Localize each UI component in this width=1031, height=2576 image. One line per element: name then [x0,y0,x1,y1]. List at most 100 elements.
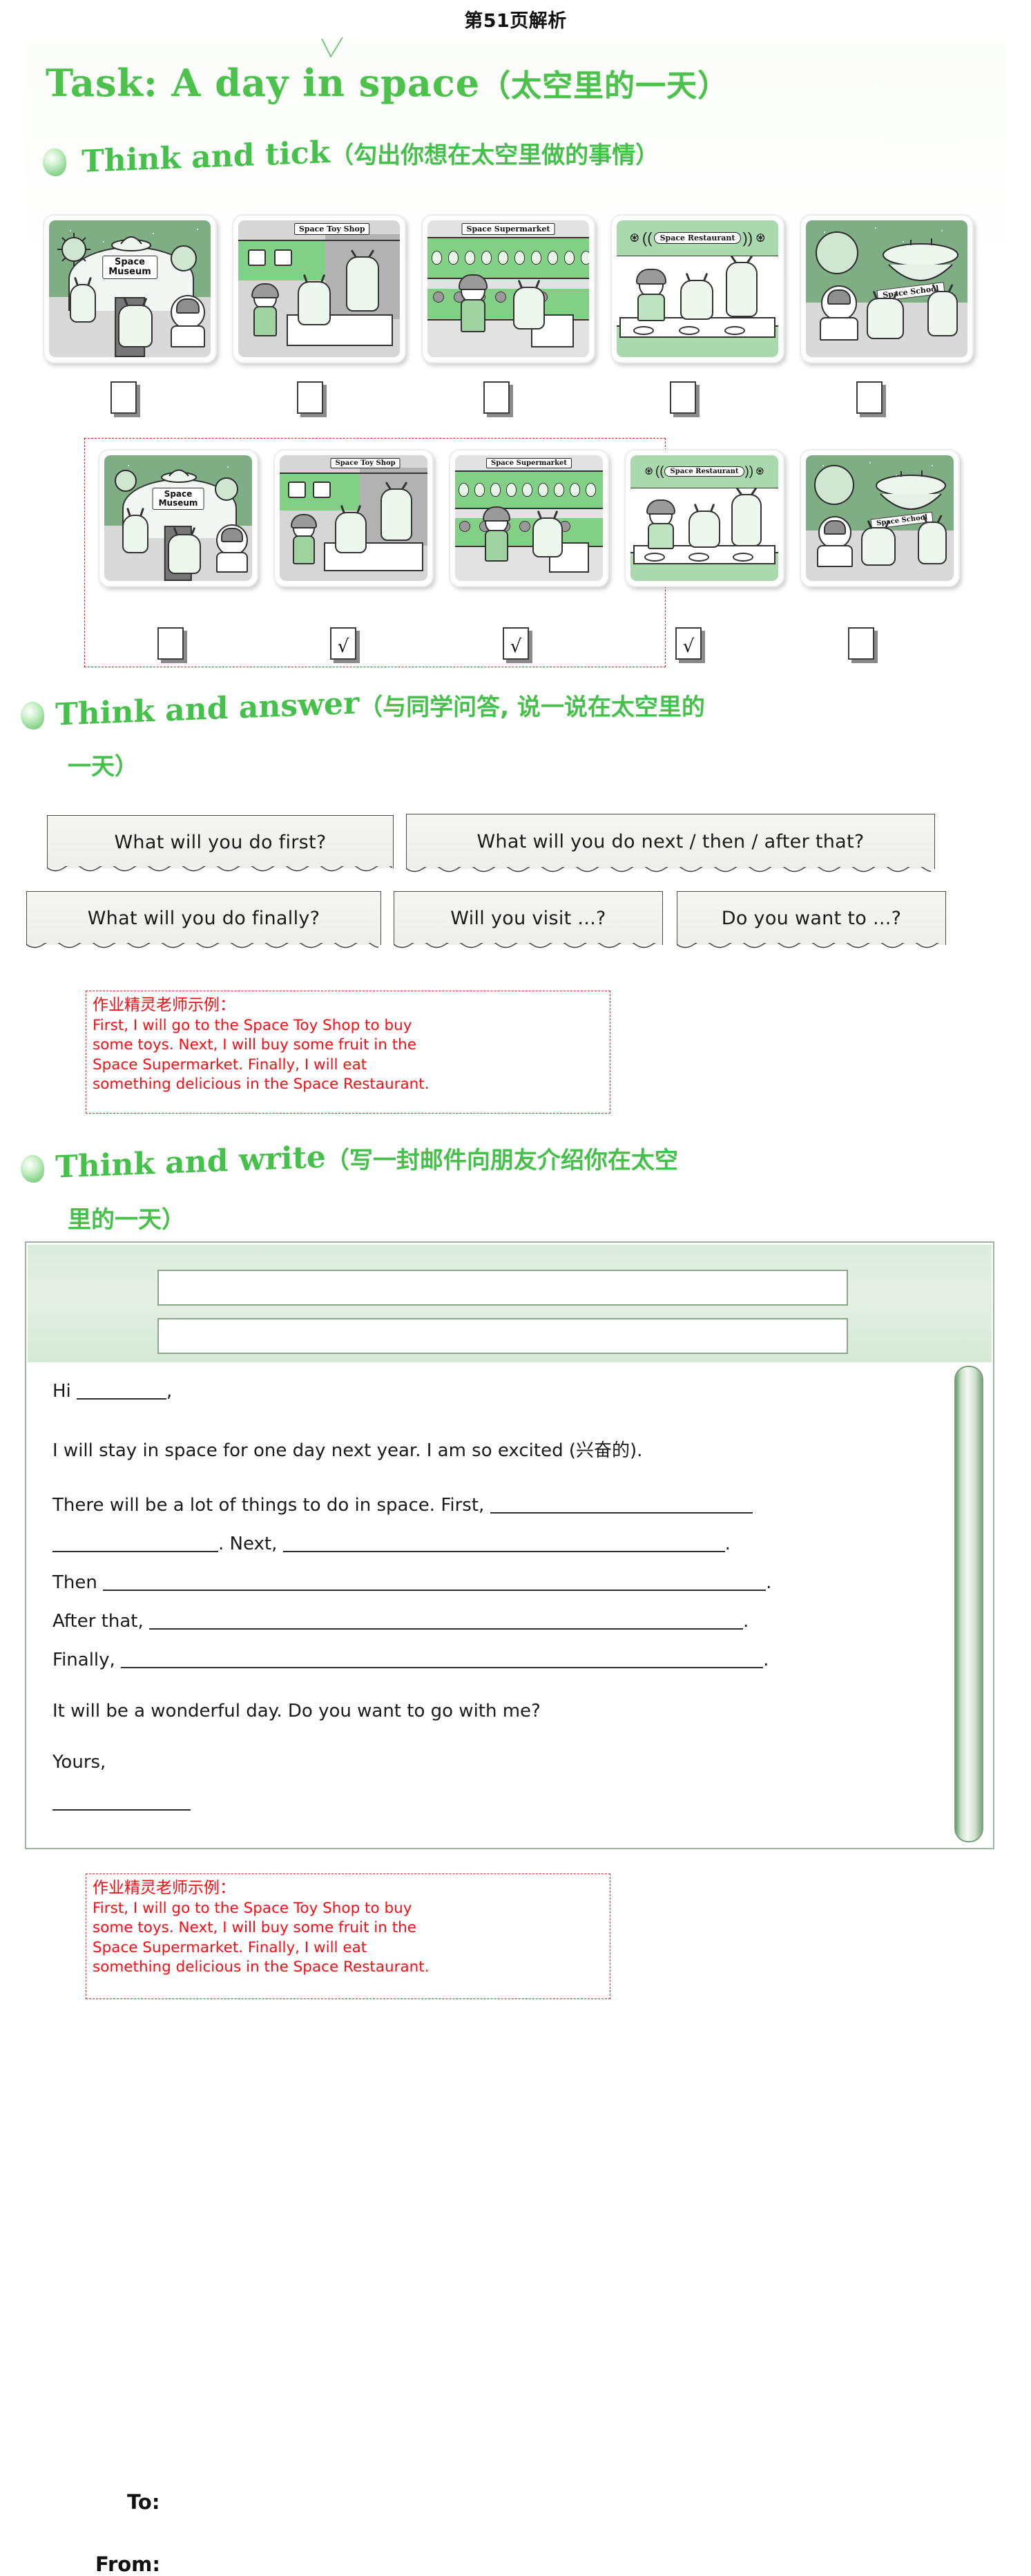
alien-shopkeeper-character [380,481,412,541]
worksheet-page: 第51页解析 Task: A day in space（太空里的一天） Thin… [0,0,1031,2576]
sun-icon [57,233,90,266]
tick-box-2-5[interactable] [848,627,874,660]
alien-character [532,510,563,557]
section-heading-cn-2: （与同学问答, 说一说在太空里的 [359,694,705,721]
email-from-input[interactable] [157,1318,848,1354]
pear-icon [554,483,564,497]
tick-box-2-2[interactable]: √ [330,627,356,660]
first-blank-cont[interactable] [52,1551,218,1552]
tick-box-row-2: √ √ √ [157,627,874,660]
email-scrollbar[interactable] [954,1366,983,1842]
tick-box-1-5[interactable] [856,381,883,414]
question-text-5: Do you want to ...? [721,908,902,929]
bracket-right-icon: )) [742,229,753,247]
question-bubble-5[interactable]: Do you want to ...? [677,891,946,948]
pear-icon [465,250,475,265]
question-bubble-4[interactable]: Will you visit ...? [394,891,663,948]
section-heading-en-1: Think and tick [81,135,331,180]
restaurant-sign-bar: ♼ (( Space Restaurant )) ♼ [617,220,778,257]
finally-blank[interactable] [121,1667,764,1668]
answer-card-space-toy-shop[interactable]: Space Toy Shop [273,449,434,587]
alien-child-character [298,274,331,325]
teacher-example-heading-1: 作业精灵老师示例： [93,996,235,1014]
alien-child-character [335,504,367,553]
picture-row-1: Space Museum Space Toy Shop Space Superm… [43,214,974,363]
first-blank[interactable] [490,1512,753,1514]
answer-card-space-school[interactable]: Space School [800,449,960,587]
email-greeting-line: Hi , [52,1381,910,1402]
picture-card-space-supermarket[interactable]: Space Supermarket [421,214,595,363]
alien-character [70,276,96,323]
pear-icon [586,483,596,497]
plate-icon [688,553,709,562]
email-line-finally: Finally, . [52,1650,769,1670]
alien-child-character [688,503,720,548]
signature-blank[interactable] [52,1809,191,1811]
alien-shopkeeper-character [346,249,379,312]
email-greeting: Hi [52,1381,71,1402]
pear-icon [548,250,558,265]
question-bubble-3[interactable]: What will you do finally? [26,891,381,948]
section-heading-cn-3-line2: 里的一天） [68,1206,185,1234]
email-line-then: Then . [52,1572,772,1593]
alien-character [122,507,148,553]
supermarket-sign-label: Space Supermarket [461,223,555,235]
pear-icon [531,250,541,265]
answer-card-space-museum[interactable]: Space Museum [98,449,258,587]
picture-card-space-school[interactable]: Space School [800,214,974,363]
section-bullet-icon-3 [21,1155,44,1183]
next-blank[interactable] [282,1551,725,1552]
question-text-3: What will you do finally? [87,908,320,929]
pear-icon [506,483,517,497]
alien-child-character [168,526,201,574]
plate-icon [724,326,745,335]
after-that-blank[interactable] [149,1628,744,1630]
museum-sign-label: Space Museum [152,488,204,510]
tick-box-1-4[interactable] [670,381,696,414]
picture-card-space-toy-shop[interactable]: Space Toy Shop [232,214,406,363]
tick-box-1-1[interactable] [110,381,137,414]
fork-icon: ♼ [755,232,766,245]
fork-icon: ♼ [755,466,764,477]
plate-icon [679,326,700,335]
picture-row-2: Space Museum Space Toy Shop Space Superm… [98,449,960,587]
pear-icon [490,483,501,497]
moon-icon [171,245,197,271]
tick-box-2-1[interactable] [157,627,184,660]
plate-icon [633,326,654,335]
answer-card-space-restaurant[interactable]: ♼ (( Space Restaurant )) ♼ [624,449,784,587]
question-text-1: What will you do first? [114,831,327,853]
tick-box-1-2[interactable] [297,381,323,414]
task-title-en: Task: A day in space [46,61,481,105]
section-heading-en-3: Think and write [55,1139,326,1185]
plate-icon [644,553,665,562]
pear-icon [432,250,442,265]
then-blank[interactable] [103,1590,767,1591]
page-title: 第51页解析 [464,10,567,32]
robot-toy-icon [313,481,331,498]
alien-child-character [861,519,896,566]
question-text-4: Will you visit ...? [450,908,606,929]
section-heading-cn-3: （写一封邮件向朋友介绍你在太空 [325,1147,678,1174]
earth-planet-icon [816,231,858,274]
question-bubble-2[interactable]: What will you do next / then / after tha… [406,814,935,872]
tick-box-2-3[interactable]: √ [503,627,529,660]
greeting-blank[interactable] [77,1398,167,1400]
picture-card-space-restaurant[interactable]: ♼ (( Space Restaurant )) ♼ [610,214,784,363]
email-body: Hi , I will stay in space for one day ne… [52,1378,910,1813]
section-heading-cn-2-line2: 一天） [68,753,138,781]
tick-box-1-3[interactable] [483,381,510,414]
email-from-label: From: [95,2553,160,2576]
ufo-icon [161,469,197,483]
bracket-left-icon: (( [642,229,653,247]
pear-icon [459,483,469,497]
robot-toy-icon [248,249,266,266]
email-to-input[interactable] [157,1270,848,1306]
answer-card-space-supermarket[interactable]: Space Supermarket [449,449,609,587]
question-bubble-1[interactable]: What will you do first? [47,815,394,872]
section-heading-think-and-write: Think and write（写一封邮件向朋友介绍你在太空 [55,1139,678,1185]
tick-box-2-4[interactable]: √ [675,627,702,660]
toy-shop-sign-label: Space Toy Shop [330,458,401,468]
teacher-example-line-1-1: First, I will go to the Space Toy Shop t… [93,1016,412,1034]
picture-card-space-museum[interactable]: Space Museum [43,214,217,363]
